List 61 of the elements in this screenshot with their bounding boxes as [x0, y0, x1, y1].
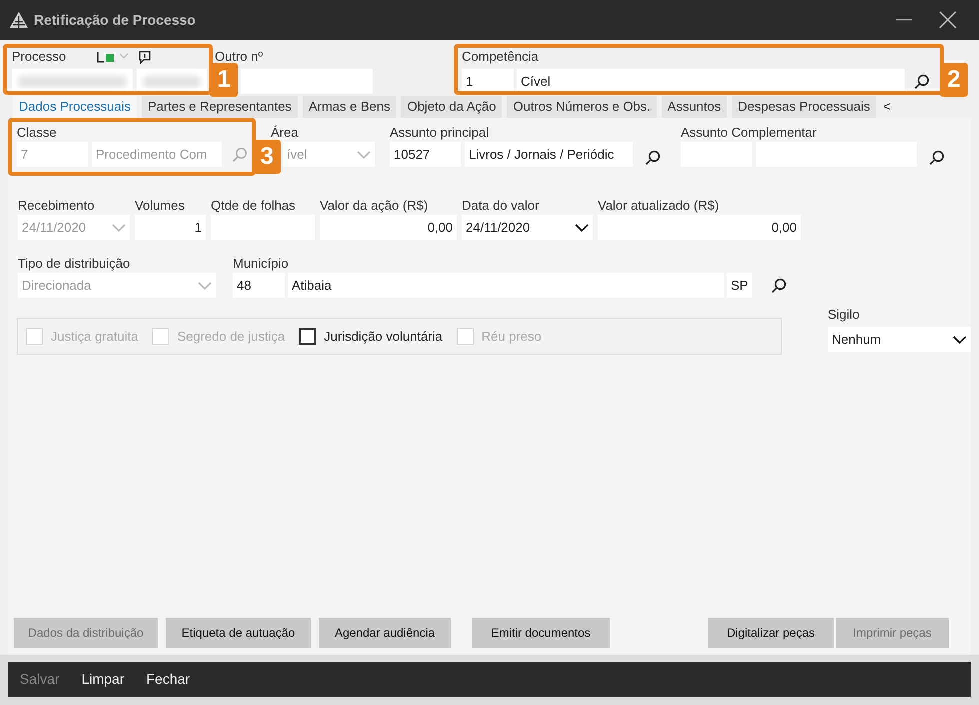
- chevron-down-icon[interactable]: [575, 224, 589, 232]
- field-label: Volumes: [135, 197, 186, 215]
- input-field[interactable]: 10527: [390, 142, 461, 167]
- redaction-blur: [143, 76, 201, 88]
- field-label: Assunto principal: [390, 124, 490, 142]
- field-label: Tipo de distribuição: [18, 255, 132, 273]
- field-label: Assunto Complementar: [681, 124, 818, 142]
- tab[interactable]: Outros Números e Obs.: [507, 96, 657, 118]
- tab[interactable]: Despesas Processuais: [732, 96, 876, 118]
- button[interactable]: Emitir documentos: [472, 618, 610, 648]
- input-field[interactable]: SP: [727, 273, 752, 298]
- callout-badge: 1: [210, 63, 238, 97]
- button[interactable]: Agendar audiência: [319, 618, 451, 648]
- field-label: Competência: [462, 48, 540, 66]
- comment-icon[interactable]: [139, 50, 151, 64]
- field-label: Classe: [17, 124, 58, 142]
- callout-badge: 2: [940, 63, 968, 97]
- checkbox: Justiça gratuita: [26, 326, 142, 346]
- close-icon[interactable]: [939, 11, 957, 29]
- field-label: Valor da ação (R$): [320, 197, 430, 215]
- tab[interactable]: Objeto da Ação: [401, 96, 502, 118]
- dropdown[interactable]: Nenhum: [828, 327, 971, 352]
- tab[interactable]: Dados Processuais: [13, 96, 137, 118]
- search-icon[interactable]: [929, 150, 945, 166]
- field-label: Outro nº: [215, 48, 264, 66]
- field-label: Recebimento: [18, 197, 96, 215]
- search-icon[interactable]: [645, 150, 661, 166]
- chevron-down-icon[interactable]: [953, 336, 967, 344]
- checkbox[interactable]: Jurisdição voluntária: [299, 326, 447, 346]
- button[interactable]: Etiqueta de autuação: [166, 618, 311, 648]
- field-label: Município: [233, 255, 290, 273]
- input-field[interactable]: 0,00: [320, 215, 457, 240]
- callout-badge: 3: [253, 140, 281, 174]
- checkbox: Réu preso: [456, 326, 546, 346]
- footer-link[interactable]: Fechar: [146, 669, 190, 690]
- dropdown[interactable]: 24/11/2020: [462, 215, 593, 240]
- field-label: Sigilo: [828, 306, 861, 324]
- tab[interactable]: Assuntos: [662, 96, 728, 118]
- button: Imprimir peças: [836, 618, 949, 648]
- input-field[interactable]: 1: [135, 215, 206, 240]
- window-title: Retificação de Processo: [34, 10, 196, 30]
- input-field[interactable]: Atibaia: [288, 273, 724, 298]
- input-field[interactable]: 48: [233, 273, 285, 298]
- button[interactable]: Digitalizar peças: [708, 618, 834, 648]
- tab[interactable]: Partes e Representantes: [142, 96, 298, 118]
- checkbox: Segredo de justiça: [152, 326, 290, 346]
- logo-icon: [10, 12, 28, 28]
- footer-link: Salvar: [20, 670, 60, 689]
- field-label: Processo: [12, 48, 68, 66]
- field-label: Valor atualizado (R$): [598, 197, 720, 215]
- button: Dados da distribuição: [14, 618, 158, 648]
- search-icon[interactable]: [771, 278, 787, 294]
- tab-scroll-button[interactable]: <: [883, 96, 891, 118]
- footer-link[interactable]: Limpar: [82, 669, 124, 690]
- field-label: Qtde de folhas: [211, 197, 297, 215]
- input-field[interactable]: Livros / Jornais / Periódic: [465, 142, 633, 167]
- input-field[interactable]: 0,00: [598, 215, 801, 240]
- search-icon[interactable]: [914, 74, 930, 90]
- field-label: Área: [271, 124, 300, 142]
- field-label: Data do valor: [462, 197, 540, 215]
- tab[interactable]: Armas e Bens: [302, 96, 396, 118]
